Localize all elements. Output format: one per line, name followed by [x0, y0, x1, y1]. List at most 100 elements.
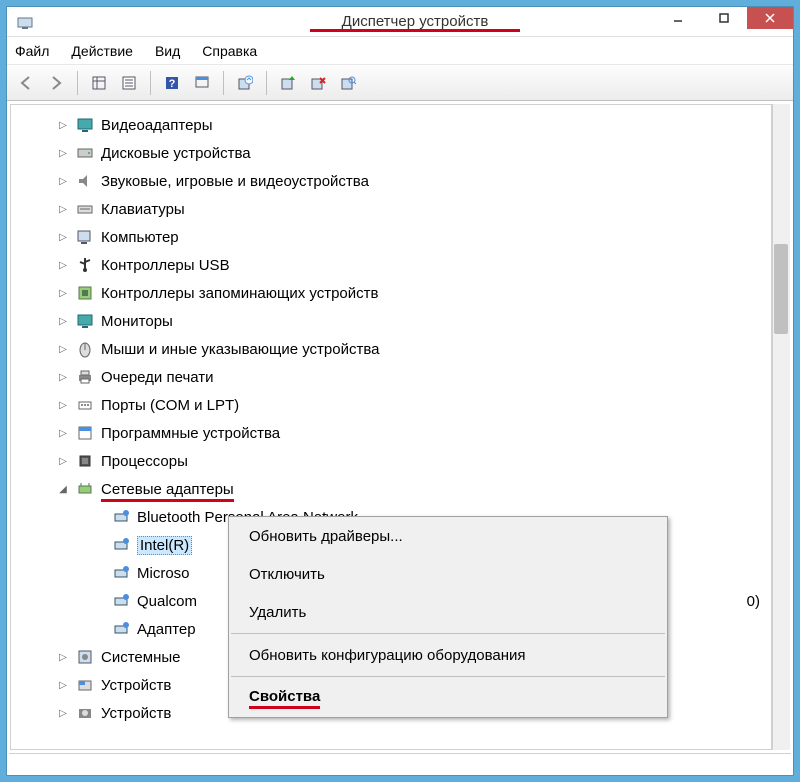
tree-item-label: Сетевые адаптеры [101, 481, 234, 498]
context-menu-item[interactable]: Отключить [229, 555, 667, 593]
tree-item-label: Intel(R) [137, 536, 192, 555]
tree-item[interactable]: ◢ Сетевые адаптеры [19, 475, 771, 503]
tree-item-label: Qualcom [137, 593, 197, 610]
context-menu-item[interactable]: Свойства [229, 679, 667, 717]
tree-item[interactable]: ▷Программные устройства [19, 419, 771, 447]
netadapter-icon [111, 591, 131, 611]
port-icon [75, 395, 95, 415]
scroll-thumb[interactable] [774, 244, 788, 334]
help-icon[interactable]: ? [159, 70, 185, 96]
scan-icon[interactable] [189, 70, 215, 96]
expander-icon[interactable]: ▷ [55, 313, 71, 329]
toolbar-separator [266, 71, 267, 95]
expander-icon[interactable]: ▷ [55, 145, 71, 161]
tree-item-label: Клавиатуры [101, 201, 185, 218]
tree-item-label: Процессоры [101, 453, 188, 470]
expander-icon[interactable]: ▷ [55, 705, 71, 721]
hid-icon [75, 675, 95, 695]
expander-icon[interactable]: ▷ [55, 677, 71, 693]
tree-item[interactable]: ▷ Дисковые устройства [19, 139, 771, 167]
uninstall-device-icon[interactable] [305, 70, 331, 96]
vertical-scrollbar[interactable] [772, 104, 790, 750]
menubar: Файл Действие Вид Справка [7, 37, 793, 65]
expander-icon[interactable]: ▷ [55, 173, 71, 189]
expander-icon[interactable]: ▷ [55, 649, 71, 665]
software-icon [75, 423, 95, 443]
netadapter-icon [111, 507, 131, 527]
device-manager-window: Диспетчер устройств Файл Действие Вид Сп… [6, 6, 794, 776]
context-menu-separator [231, 633, 665, 634]
menu-action[interactable]: Действие [71, 43, 133, 59]
tree-item[interactable]: ▷Видеоадаптеры [19, 111, 771, 139]
expander-icon[interactable]: ▷ [55, 285, 71, 301]
forward-button[interactable] [43, 70, 69, 96]
tree-item[interactable]: ▷ Процессоры [19, 447, 771, 475]
maximize-button[interactable] [701, 7, 747, 29]
network-icon [75, 479, 95, 499]
titlebar: Диспетчер устройств [7, 7, 793, 37]
toolbar-separator [150, 71, 151, 95]
tree-item-label: Дисковые устройства [101, 145, 251, 162]
tree-item[interactable]: ▷ Клавиатуры [19, 195, 771, 223]
context-menu: Обновить драйверы...ОтключитьУдалить Обно… [228, 516, 668, 718]
tree-item-label: Мыши и иные указывающие устройства [101, 341, 379, 358]
usb-icon [75, 255, 95, 275]
monitor-icon [75, 115, 95, 135]
tree-item[interactable]: ▷Компьютер [19, 223, 771, 251]
expander-icon[interactable]: ▷ [55, 341, 71, 357]
expander-icon[interactable]: ▷ [55, 397, 71, 413]
disk-icon [75, 143, 95, 163]
menu-help[interactable]: Справка [202, 43, 257, 59]
close-button[interactable] [747, 7, 793, 29]
tree-item-label: Устройств [101, 677, 171, 694]
expander-icon[interactable]: ◢ [55, 481, 71, 497]
tree-item-label: Устройств [101, 705, 171, 722]
netadapter-icon [111, 535, 131, 555]
expander-icon[interactable]: ▷ [55, 229, 71, 245]
tree-item[interactable]: ▷ Порты (COM и LPT) [19, 391, 771, 419]
tree-item[interactable]: ▷ Звуковые, игровые и видеоустройства [19, 167, 771, 195]
expander-icon[interactable]: ▷ [55, 453, 71, 469]
expander-placeholder [91, 537, 107, 553]
tree-item-label: Адаптер [137, 621, 196, 638]
menu-file[interactable]: Файл [15, 43, 49, 59]
monitor-icon [75, 311, 95, 331]
toolbar: ? [7, 65, 793, 101]
context-menu-item[interactable]: Обновить конфигурацию оборудования [229, 636, 667, 674]
netadapter-icon [111, 619, 131, 639]
expander-icon[interactable]: ▷ [55, 425, 71, 441]
scan-hardware-icon[interactable] [335, 70, 361, 96]
properties-icon[interactable] [116, 70, 142, 96]
storage-icon [75, 283, 95, 303]
back-button[interactable] [13, 70, 39, 96]
expander-icon[interactable]: ▷ [55, 369, 71, 385]
mouse-icon [75, 339, 95, 359]
tree-item-label: Microso [137, 565, 190, 582]
tree-item-label: Звуковые, игровые и видеоустройства [101, 173, 369, 190]
show-all-icon[interactable] [86, 70, 112, 96]
tree-item-label: Порты (COM и LPT) [101, 397, 239, 414]
menu-view[interactable]: Вид [155, 43, 180, 59]
annotation-underline [310, 29, 520, 32]
context-menu-item[interactable]: Удалить [229, 593, 667, 631]
expander-icon[interactable]: ▷ [55, 117, 71, 133]
tree-item[interactable]: ▷ Мыши и иные указывающие устройства [19, 335, 771, 363]
expander-icon[interactable]: ▷ [55, 201, 71, 217]
status-bar [9, 753, 791, 775]
context-menu-item[interactable]: Обновить драйверы... [229, 517, 667, 555]
printer-icon [75, 367, 95, 387]
tree-item[interactable]: ▷Очереди печати [19, 363, 771, 391]
tree-item-label: Системные [101, 649, 180, 666]
enable-device-icon[interactable] [275, 70, 301, 96]
minimize-button[interactable] [655, 7, 701, 29]
tree-item[interactable]: ▷Контроллеры USB [19, 251, 771, 279]
update-driver-icon[interactable] [232, 70, 258, 96]
context-menu-separator [231, 676, 665, 677]
expander-placeholder [91, 621, 107, 637]
tree-item[interactable]: ▷Мониторы [19, 307, 771, 335]
tree-item[interactable]: ▷Контроллеры запоминающих устройств [19, 279, 771, 307]
imaging-icon [75, 703, 95, 723]
expander-placeholder [91, 593, 107, 609]
window-controls [655, 7, 793, 29]
expander-icon[interactable]: ▷ [55, 257, 71, 273]
